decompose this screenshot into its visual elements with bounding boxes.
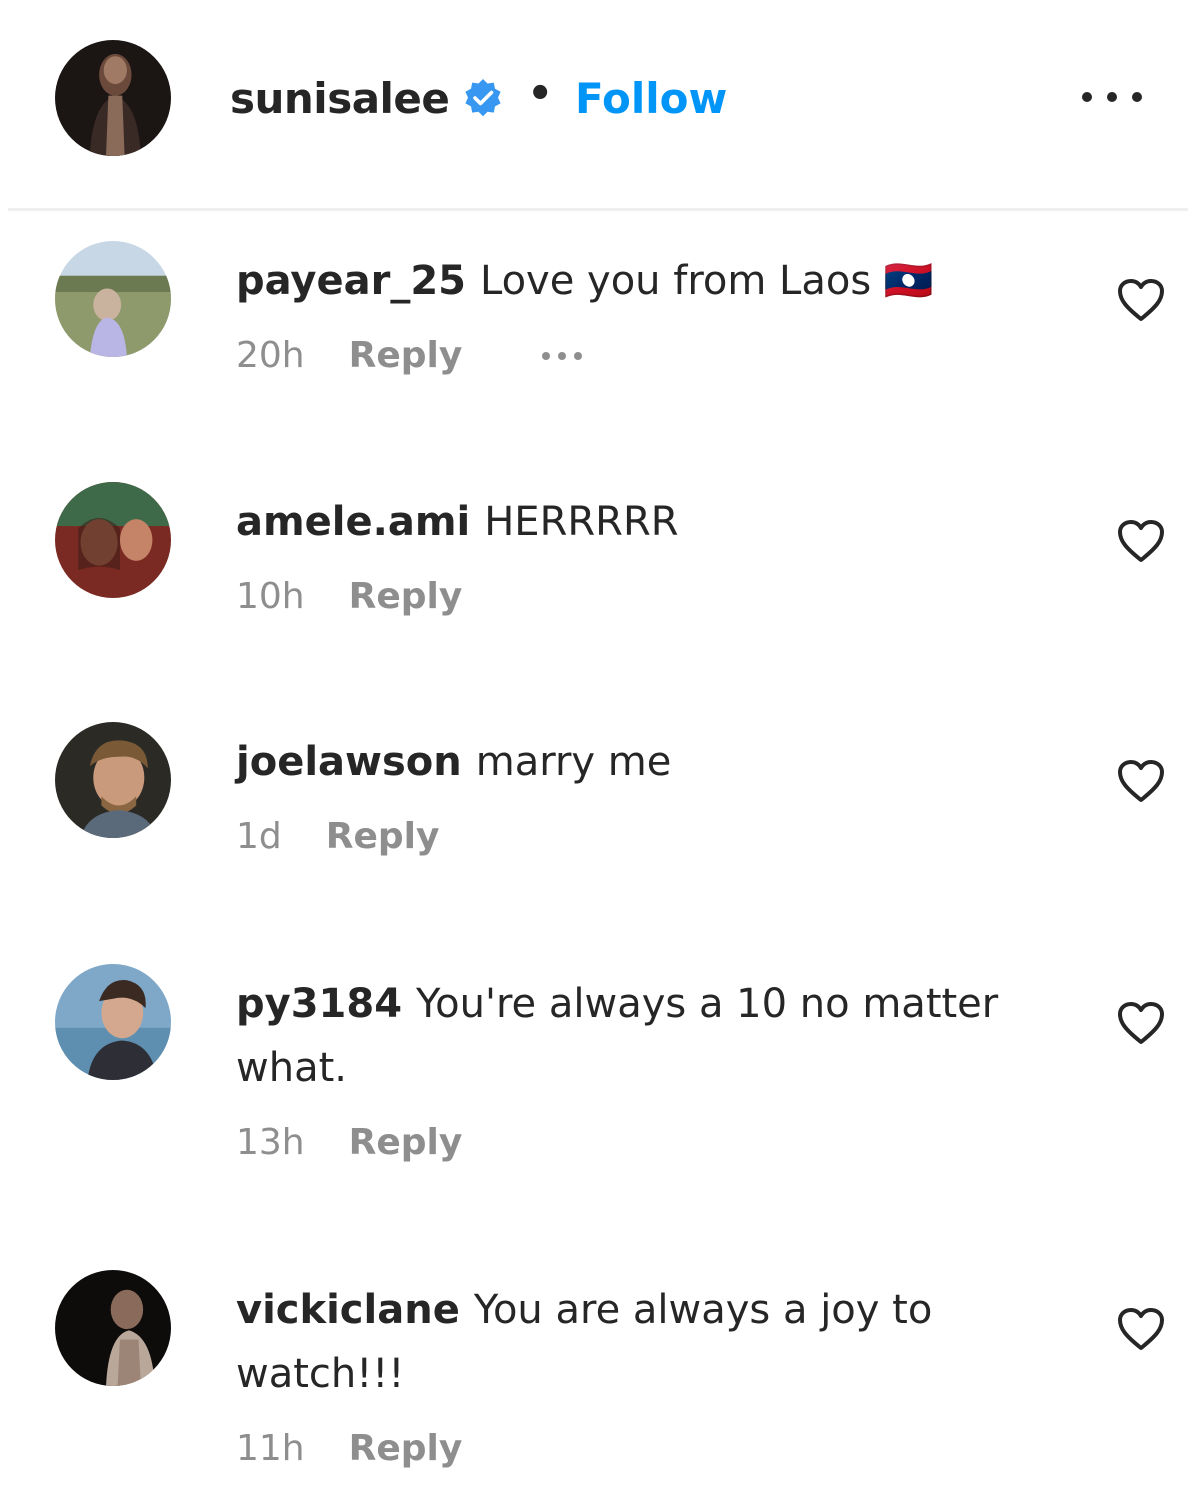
comment-text-line: joelawson marry me [236,730,1066,794]
comment-username[interactable]: payear_25 [236,258,466,304]
verified-badge-icon [463,78,503,118]
comment-username[interactable]: py3184 [236,981,402,1027]
heart-icon[interactable] [1116,758,1166,804]
comment-body: vickiclane You are always a joy to watch!… [236,1278,1066,1469]
avatar-image [55,482,171,598]
more-options-icon[interactable] [1082,82,1142,112]
comment-text-line: py3184 You're always a 10 no matter what. [236,972,1066,1100]
avatar-image [55,722,171,838]
avatar-image [55,40,171,156]
comment-username[interactable]: joelawson [236,739,462,785]
comment-text: marry me [475,739,672,785]
avatar-image [55,241,171,357]
separator-dot: • [527,71,553,117]
header-username[interactable]: sunisalee [230,74,450,123]
heart-icon[interactable] [1116,1000,1166,1046]
comment-timestamp[interactable]: 13h [236,1122,305,1163]
avatar[interactable] [55,964,171,1080]
comment-body: payear_25 Love you from Laos 🇱🇦 20h Reply [236,249,1066,376]
header-divider [8,208,1188,211]
reply-button[interactable]: Reply [349,1122,463,1163]
comment-text-line: vickiclane You are always a joy to watch!… [236,1278,1066,1406]
comment-text-line: payear_25 Love you from Laos 🇱🇦 [236,249,1066,313]
heart-icon[interactable] [1116,518,1166,564]
comments-panel: sunisalee • Follow payear_25 Love you fr… [0,0,1200,1500]
avatar[interactable] [55,40,171,156]
follow-button[interactable]: Follow [575,74,727,123]
post-header: sunisalee • Follow [0,0,1200,211]
comment-timestamp[interactable]: 11h [236,1428,305,1469]
comment-meta: 11h Reply [236,1428,1066,1469]
heart-icon[interactable] [1116,1306,1166,1352]
comment-timestamp[interactable]: 10h [236,576,305,617]
comment-meta: 10h Reply [236,576,1066,617]
comment-meta: 13h Reply [236,1122,1066,1163]
comment-username[interactable]: amele.ami [236,499,470,545]
comment-meta: 20h Reply [236,335,1066,376]
avatar-image [55,1270,171,1386]
header-user-line: sunisalee • Follow [230,70,727,126]
comment-text: Love you from Laos 🇱🇦 [479,258,934,304]
heart-icon[interactable] [1116,277,1166,323]
comment-body: py3184 You're always a 10 no matter what.… [236,972,1066,1163]
comment-body: joelawson marry me 1d Reply [236,730,1066,857]
avatar[interactable] [55,241,171,357]
comment-text-line: amele.ami HERRRRR [236,490,1066,554]
comment-more-icon[interactable] [542,351,583,360]
avatar[interactable] [55,482,171,598]
comment-username[interactable]: vickiclane [236,1287,460,1333]
reply-button[interactable]: Reply [349,335,463,376]
comment-meta: 1d Reply [236,816,1066,857]
avatar[interactable] [55,722,171,838]
reply-button[interactable]: Reply [349,1428,463,1469]
avatar[interactable] [55,1270,171,1386]
comment-timestamp[interactable]: 1d [236,816,282,857]
comment-text: HERRRRR [484,499,679,545]
avatar-image [55,964,171,1080]
comment-timestamp[interactable]: 20h [236,335,305,376]
reply-button[interactable]: Reply [326,816,440,857]
comment-body: amele.ami HERRRRR 10h Reply [236,490,1066,617]
reply-button[interactable]: Reply [349,576,463,617]
